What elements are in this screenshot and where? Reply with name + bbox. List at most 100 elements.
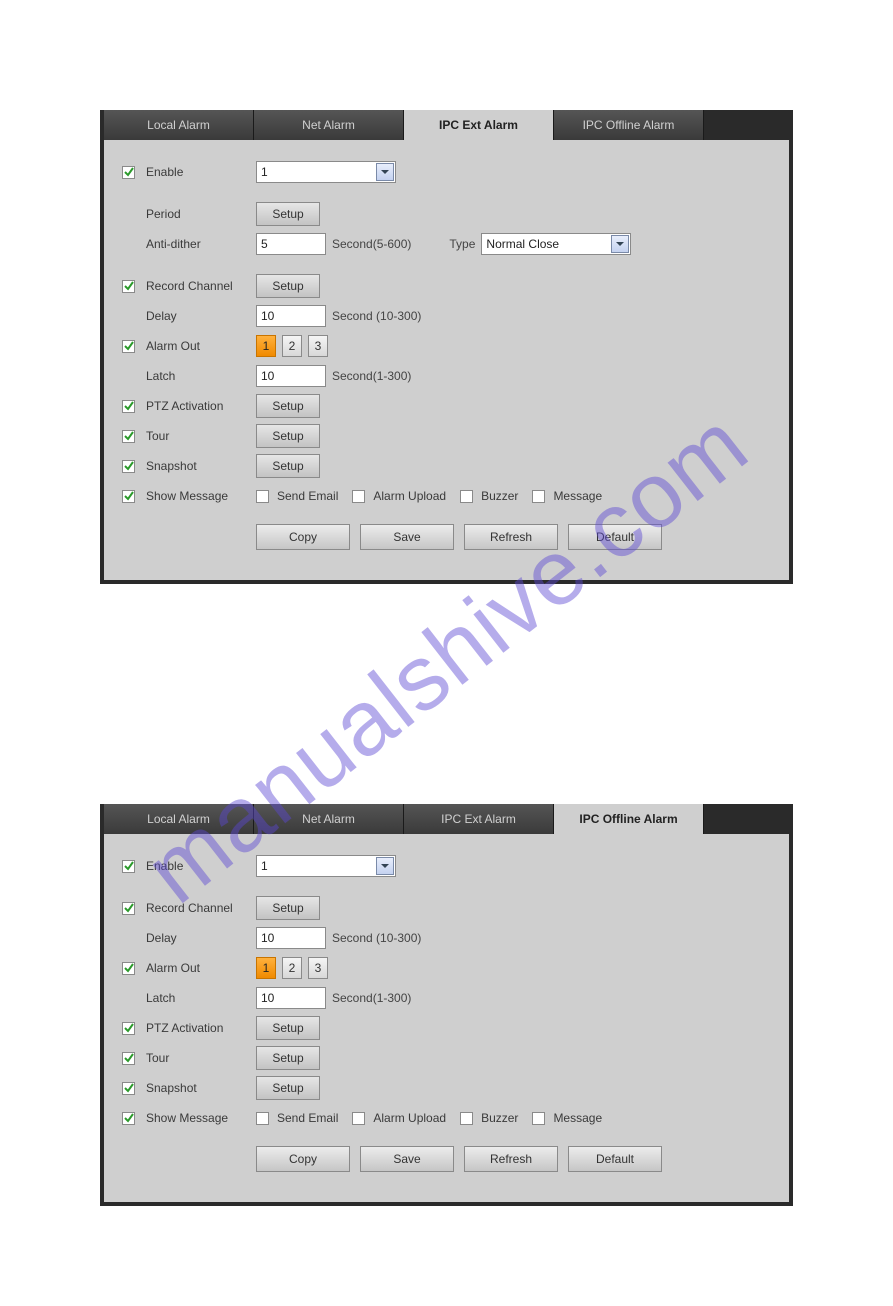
send-email-label: Send Email [277, 1111, 338, 1125]
show-message-checkbox[interactable] [122, 1112, 135, 1125]
type-select[interactable] [481, 233, 631, 255]
tab-local-alarm[interactable]: Local Alarm [104, 804, 254, 834]
tab-ipc-ext-alarm[interactable]: IPC Ext Alarm [404, 804, 554, 834]
snapshot-setup-button[interactable]: Setup [256, 1076, 320, 1100]
message-label: Message [553, 1111, 602, 1125]
alarm-upload-label: Alarm Upload [373, 489, 446, 503]
period-label: Period [146, 207, 256, 221]
delay-label: Delay [146, 931, 256, 945]
tour-setup-button[interactable]: Setup [256, 424, 320, 448]
alarm-upload-checkbox[interactable] [352, 490, 365, 503]
save-button[interactable]: Save [360, 524, 454, 550]
send-email-checkbox[interactable] [256, 490, 269, 503]
alarm-out-1-button[interactable]: 1 [256, 335, 276, 357]
snapshot-checkbox[interactable] [122, 1082, 135, 1095]
latch-suffix: Second(1-300) [332, 369, 411, 383]
type-label: Type [449, 237, 475, 251]
message-label: Message [553, 489, 602, 503]
default-button[interactable]: Default [568, 1146, 662, 1172]
record-channel-checkbox[interactable] [122, 902, 135, 915]
anti-dither-suffix: Second(5-600) [332, 237, 411, 251]
tab-net-alarm[interactable]: Net Alarm [254, 110, 404, 140]
dropdown-arrow-icon [611, 235, 629, 253]
refresh-button[interactable]: Refresh [464, 524, 558, 550]
latch-suffix: Second(1-300) [332, 991, 411, 1005]
alarm-out-3-button[interactable]: 3 [308, 957, 328, 979]
ptz-label: PTZ Activation [146, 1021, 256, 1035]
message-checkbox[interactable] [532, 490, 545, 503]
type-select-value[interactable] [481, 233, 631, 255]
tab-net-alarm[interactable]: Net Alarm [254, 804, 404, 834]
show-message-label: Show Message [146, 489, 256, 503]
tour-checkbox[interactable] [122, 430, 135, 443]
send-email-checkbox[interactable] [256, 1112, 269, 1125]
delay-input[interactable] [256, 305, 326, 327]
show-message-label: Show Message [146, 1111, 256, 1125]
default-button[interactable]: Default [568, 524, 662, 550]
delay-suffix: Second (10-300) [332, 931, 421, 945]
alarm-upload-checkbox[interactable] [352, 1112, 365, 1125]
snapshot-label: Snapshot [146, 459, 256, 473]
period-setup-button[interactable]: Setup [256, 202, 320, 226]
copy-button[interactable]: Copy [256, 524, 350, 550]
record-channel-label: Record Channel [146, 279, 256, 293]
record-channel-setup-button[interactable]: Setup [256, 274, 320, 298]
record-channel-label: Record Channel [146, 901, 256, 915]
alarm-out-checkbox[interactable] [122, 962, 135, 975]
channel-select[interactable] [256, 161, 396, 183]
buzzer-checkbox[interactable] [460, 1112, 473, 1125]
ptz-checkbox[interactable] [122, 1022, 135, 1035]
delay-label: Delay [146, 309, 256, 323]
buzzer-checkbox[interactable] [460, 490, 473, 503]
record-channel-checkbox[interactable] [122, 280, 135, 293]
tour-label: Tour [146, 1051, 256, 1065]
tour-label: Tour [146, 429, 256, 443]
dropdown-arrow-icon [376, 163, 394, 181]
anti-dither-label: Anti-dither [146, 237, 256, 251]
panel-ipc-offline-alarm: Local Alarm Net Alarm IPC Ext Alarm IPC … [100, 804, 793, 1206]
latch-label: Latch [146, 991, 256, 1005]
enable-checkbox[interactable] [122, 166, 135, 179]
show-message-checkbox[interactable] [122, 490, 135, 503]
tour-checkbox[interactable] [122, 1052, 135, 1065]
record-channel-setup-button[interactable]: Setup [256, 896, 320, 920]
channel-select-value[interactable] [256, 855, 396, 877]
message-checkbox[interactable] [532, 1112, 545, 1125]
enable-checkbox[interactable] [122, 860, 135, 873]
ptz-checkbox[interactable] [122, 400, 135, 413]
alarm-out-3-button[interactable]: 3 [308, 335, 328, 357]
channel-select[interactable] [256, 855, 396, 877]
tabstrip: Local Alarm Net Alarm IPC Ext Alarm IPC … [104, 110, 789, 140]
enable-label: Enable [146, 859, 256, 873]
buzzer-label: Buzzer [481, 489, 518, 503]
panel-ipc-ext-alarm: Local Alarm Net Alarm IPC Ext Alarm IPC … [100, 110, 793, 584]
latch-input[interactable] [256, 987, 326, 1009]
save-button[interactable]: Save [360, 1146, 454, 1172]
alarm-out-label: Alarm Out [146, 339, 256, 353]
alarm-out-checkbox[interactable] [122, 340, 135, 353]
snapshot-checkbox[interactable] [122, 460, 135, 473]
copy-button[interactable]: Copy [256, 1146, 350, 1172]
alarm-upload-label: Alarm Upload [373, 1111, 446, 1125]
buzzer-label: Buzzer [481, 1111, 518, 1125]
alarm-out-2-button[interactable]: 2 [282, 957, 302, 979]
alarm-out-1-button[interactable]: 1 [256, 957, 276, 979]
ptz-setup-button[interactable]: Setup [256, 1016, 320, 1040]
panel-body: Enable Record Channel Setup Delay Second… [104, 834, 789, 1202]
refresh-button[interactable]: Refresh [464, 1146, 558, 1172]
latch-input[interactable] [256, 365, 326, 387]
ptz-label: PTZ Activation [146, 399, 256, 413]
alarm-out-2-button[interactable]: 2 [282, 335, 302, 357]
tab-ipc-offline-alarm[interactable]: IPC Offline Alarm [554, 804, 704, 834]
enable-label: Enable [146, 165, 256, 179]
tour-setup-button[interactable]: Setup [256, 1046, 320, 1070]
delay-suffix: Second (10-300) [332, 309, 421, 323]
snapshot-setup-button[interactable]: Setup [256, 454, 320, 478]
tab-ipc-offline-alarm[interactable]: IPC Offline Alarm [554, 110, 704, 140]
anti-dither-input[interactable] [256, 233, 326, 255]
channel-select-value[interactable] [256, 161, 396, 183]
tab-local-alarm[interactable]: Local Alarm [104, 110, 254, 140]
tab-ipc-ext-alarm[interactable]: IPC Ext Alarm [404, 110, 554, 140]
delay-input[interactable] [256, 927, 326, 949]
ptz-setup-button[interactable]: Setup [256, 394, 320, 418]
